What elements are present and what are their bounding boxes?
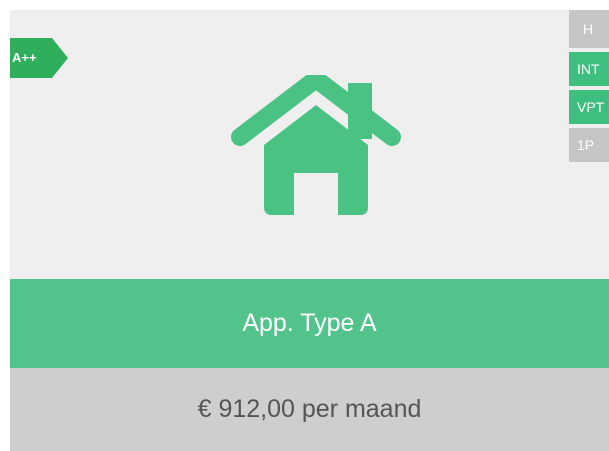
property-card[interactable]: A++ H INT VPT 1P App. Type A € 912,00 pe… [10, 10, 609, 451]
tag-vpt: VPT [569, 90, 609, 124]
energy-label-text: A++ [12, 50, 37, 65]
house-icon [228, 70, 404, 215]
feature-tags: H INT VPT 1P [569, 10, 609, 166]
energy-label-badge: A++ [10, 38, 70, 78]
tag-1p: 1P [569, 128, 609, 162]
tag-h: H [569, 10, 609, 48]
listing-title[interactable]: App. Type A [10, 279, 609, 368]
tag-int: INT [569, 52, 609, 86]
listing-price: € 912,00 per maand [10, 368, 609, 451]
